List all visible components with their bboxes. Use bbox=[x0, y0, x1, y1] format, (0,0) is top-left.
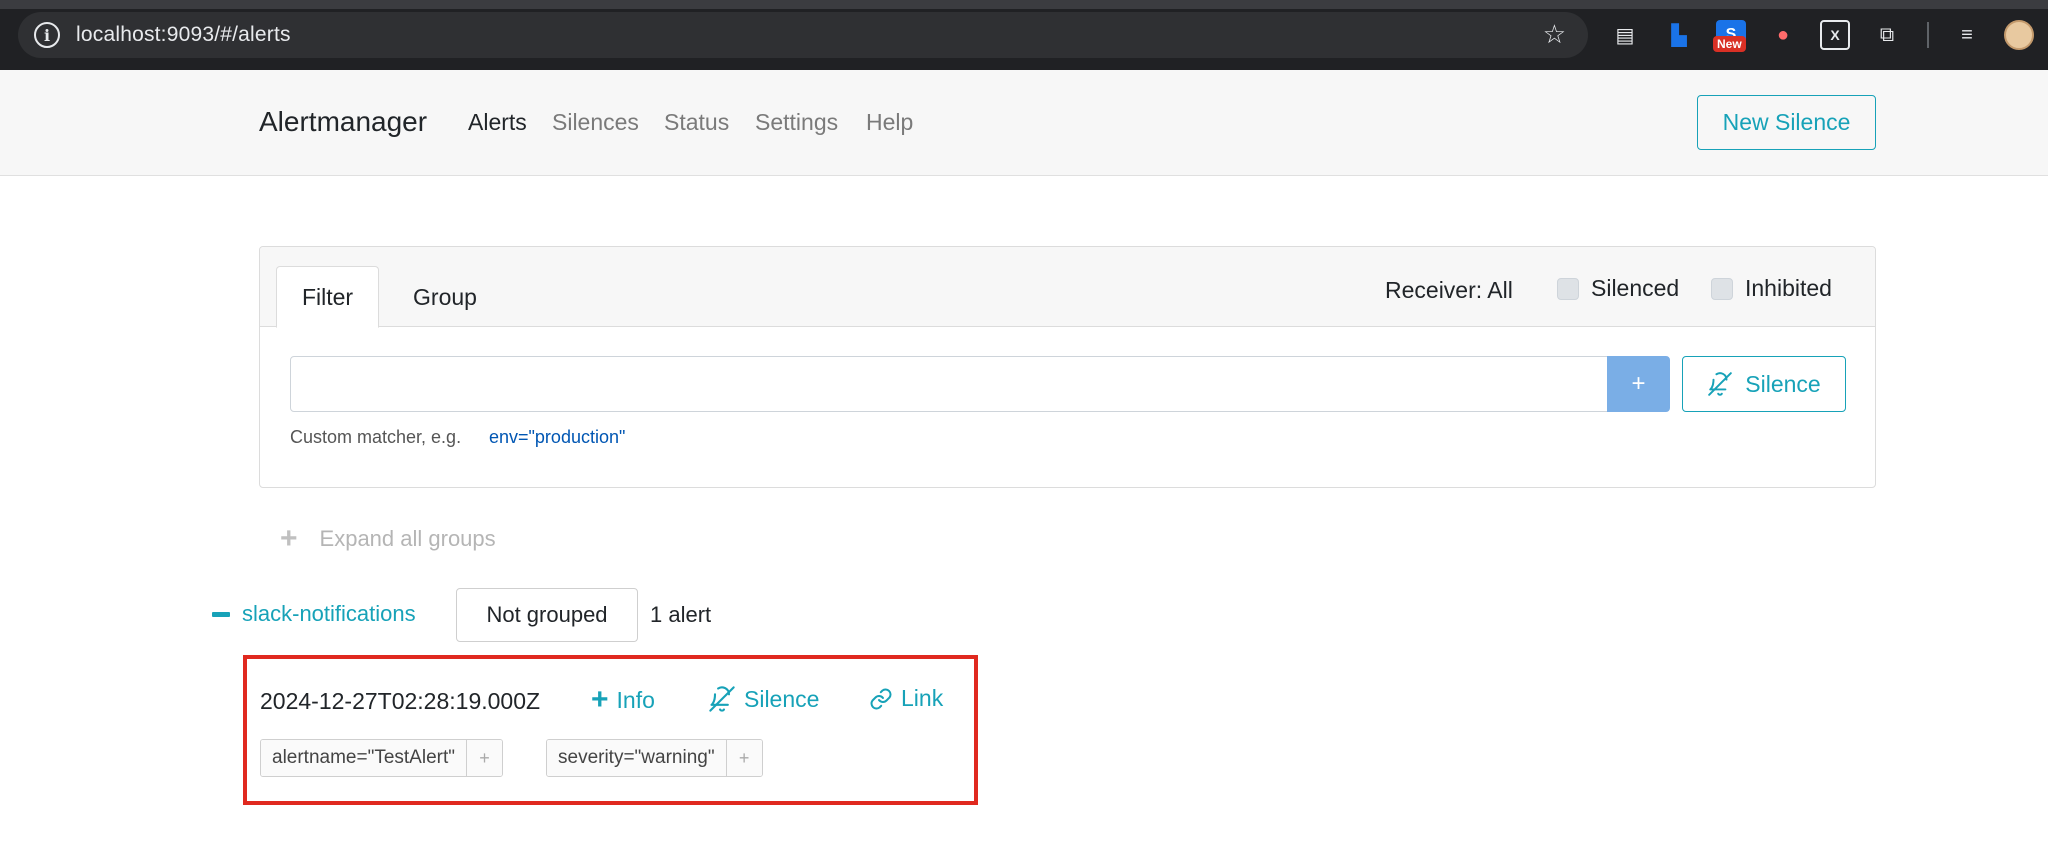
alert-info-button[interactable]: + Info bbox=[591, 685, 655, 715]
brand-logo[interactable]: Alertmanager bbox=[259, 106, 427, 138]
add-label-filter-plus-icon[interactable]: + bbox=[725, 740, 762, 776]
profile-avatar[interactable] bbox=[2004, 20, 2034, 50]
collapse-group-minus-icon[interactable] bbox=[212, 612, 230, 617]
toolbar-divider bbox=[1927, 22, 1929, 48]
nav-help[interactable]: Help bbox=[866, 109, 913, 136]
expand-all-groups[interactable]: + Expand all groups bbox=[280, 522, 496, 556]
add-label-filter-plus-icon[interactable]: + bbox=[466, 740, 502, 776]
inhibited-checkbox[interactable] bbox=[1711, 277, 1733, 300]
extension-blue-icon[interactable]: ▙ bbox=[1664, 20, 1694, 50]
alert-label-severity[interactable]: severity="warning" + bbox=[546, 739, 763, 777]
label-text[interactable]: severity="warning" bbox=[547, 740, 726, 776]
silenced-toggle[interactable]: Silenced bbox=[1557, 275, 1679, 302]
new-silence-button[interactable]: New Silence bbox=[1697, 95, 1876, 150]
alert-link-label: Link bbox=[901, 685, 944, 711]
silence-filter-button[interactable]: Silence bbox=[1682, 356, 1846, 412]
filter-card: Filter Group Receiver: All Silenced Inhi… bbox=[259, 246, 1876, 488]
extension-printer-icon[interactable]: ▤ bbox=[1610, 20, 1640, 50]
nav-settings[interactable]: Settings bbox=[755, 109, 838, 136]
tab-filter[interactable]: Filter bbox=[276, 266, 379, 328]
inhibited-toggle[interactable]: Inhibited bbox=[1711, 275, 1832, 302]
nav-silences[interactable]: Silences bbox=[552, 109, 639, 136]
extension-santa-icon[interactable]: ● bbox=[1768, 20, 1798, 50]
bell-slash-icon bbox=[709, 686, 735, 712]
tab-strip bbox=[0, 0, 2048, 9]
inhibited-label: Inhibited bbox=[1745, 275, 1832, 301]
label-text[interactable]: alertname="TestAlert" bbox=[261, 740, 466, 776]
add-matcher-button[interactable]: + bbox=[1607, 356, 1670, 412]
alert-count: 1 alert bbox=[650, 602, 712, 627]
media-queue-icon[interactable]: ≡ bbox=[1952, 20, 1982, 50]
new-badge: New bbox=[1713, 36, 1746, 52]
alert-item: 2024-12-27T02:28:19.000Z + Info Silence … bbox=[243, 655, 978, 805]
matcher-input[interactable] bbox=[290, 356, 1608, 412]
nav-alerts[interactable]: Alerts bbox=[468, 109, 527, 136]
alert-silence-label: Silence bbox=[744, 685, 820, 712]
tab-group[interactable]: Group bbox=[390, 266, 500, 328]
matcher-helper-text: Custom matcher, e.g. bbox=[290, 427, 462, 447]
filter-card-header: Filter Group Receiver: All Silenced Inhi… bbox=[260, 247, 1875, 328]
bell-slash-icon bbox=[1708, 372, 1733, 396]
nav-status[interactable]: Status bbox=[664, 109, 729, 136]
alert-info-label: Info bbox=[616, 686, 655, 713]
app-navbar: Alertmanager Alerts Silences Status Sett… bbox=[0, 70, 2048, 176]
link-icon bbox=[870, 688, 892, 709]
receiver-selector[interactable]: Receiver: All bbox=[1385, 277, 1513, 304]
address-url[interactable]: localhost:9093/#/alerts bbox=[76, 23, 291, 47]
matcher-example[interactable]: env="production" bbox=[489, 427, 625, 448]
browser-toolbar: i localhost:9093/#/alerts ☆ ▤ ▙ S New ● … bbox=[0, 0, 2048, 70]
alert-label-alertname[interactable]: alertname="TestAlert" + bbox=[260, 739, 503, 777]
silenced-checkbox[interactable] bbox=[1557, 277, 1579, 300]
plus-icon: + bbox=[591, 683, 609, 716]
site-info-icon[interactable]: i bbox=[34, 22, 60, 48]
expand-all-label: Expand all groups bbox=[319, 526, 496, 551]
group-receiver-name[interactable]: slack-notifications bbox=[242, 601, 416, 627]
alert-link-button[interactable]: Link bbox=[869, 685, 943, 712]
address-bar[interactable]: i localhost:9093/#/alerts ☆ bbox=[18, 12, 1588, 58]
silence-filter-label: Silence bbox=[1745, 370, 1821, 397]
extension-x-icon[interactable]: X bbox=[1820, 20, 1850, 50]
extensions-puzzle-icon[interactable]: ⧉ bbox=[1872, 20, 1902, 50]
group-label-badge: Not grouped bbox=[456, 588, 638, 642]
silenced-label: Silenced bbox=[1591, 275, 1680, 301]
bookmark-star-icon[interactable]: ☆ bbox=[1543, 19, 1566, 50]
plus-icon: + bbox=[280, 522, 298, 555]
alert-timestamp: 2024-12-27T02:28:19.000Z bbox=[260, 688, 541, 714]
alert-silence-button[interactable]: Silence bbox=[708, 685, 819, 713]
